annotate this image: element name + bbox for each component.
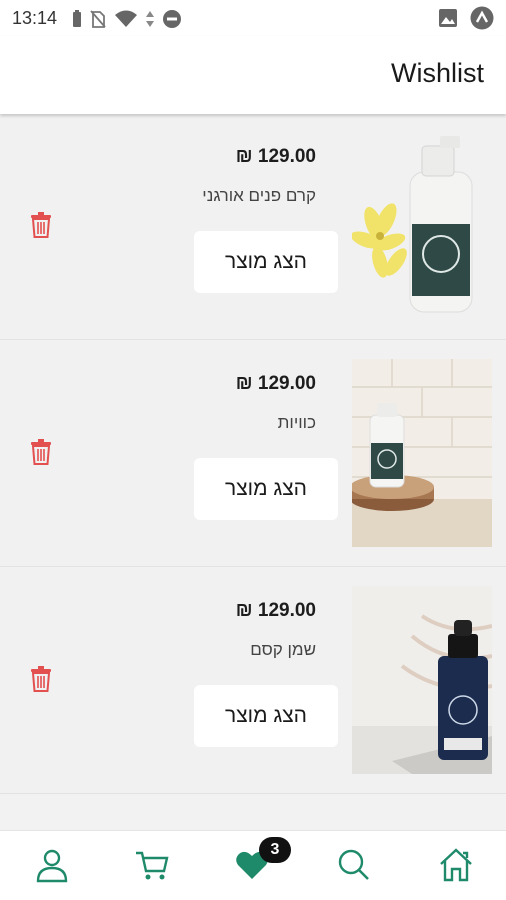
product-name: שמן קסם	[250, 640, 316, 659]
home-icon[interactable]	[438, 847, 474, 883]
app-header: Wishlist	[0, 36, 506, 114]
product-price: 129.00 ₪	[235, 373, 316, 394]
trash-icon[interactable]	[30, 212, 52, 238]
product-image[interactable]	[352, 359, 492, 547]
profile-icon[interactable]	[34, 847, 70, 883]
status-time: 13:14	[12, 8, 58, 28]
wishlist-count-badge: 3	[259, 837, 291, 863]
wishlist-item: 129.00 ₪ כוויות הצג מוצר	[0, 341, 506, 567]
image-notification-icon	[439, 9, 457, 27]
page-title: Wishlist	[391, 58, 484, 88]
wifi-icon	[115, 10, 137, 27]
app-notification-icon	[470, 6, 494, 30]
view-product-button[interactable]: הצג מוצר	[194, 685, 338, 747]
cart-icon[interactable]	[134, 847, 170, 883]
wishlist-list: 129.00 ₪ קרם פנים אורגני הצג מוצר 129.00…	[0, 114, 506, 829]
no-sim-icon	[90, 10, 106, 28]
product-image[interactable]	[352, 132, 492, 320]
bottom-nav: 3	[0, 830, 506, 900]
search-icon[interactable]	[336, 847, 372, 883]
status-bar: 13:14	[0, 0, 506, 36]
trash-icon[interactable]	[30, 439, 52, 465]
product-name: קרם פנים אורגני	[202, 186, 316, 205]
trash-icon[interactable]	[30, 666, 52, 692]
data-arrows-icon	[146, 11, 154, 27]
battery-icon	[73, 10, 81, 27]
view-product-button[interactable]: הצג מוצר	[194, 458, 338, 520]
do-not-disturb-icon	[163, 10, 181, 28]
product-name: כוויות	[277, 413, 316, 432]
wishlist-item: 129.00 ₪ קרם פנים אורגני הצג מוצר	[0, 114, 506, 340]
product-price: 129.00 ₪	[235, 146, 316, 167]
product-image[interactable]	[352, 586, 492, 774]
view-product-button[interactable]: הצג מוצר	[194, 231, 338, 293]
wishlist-item: 129.00 ₪ שמן קסם הצג מוצר	[0, 568, 506, 794]
product-price: 129.00 ₪	[235, 600, 316, 621]
